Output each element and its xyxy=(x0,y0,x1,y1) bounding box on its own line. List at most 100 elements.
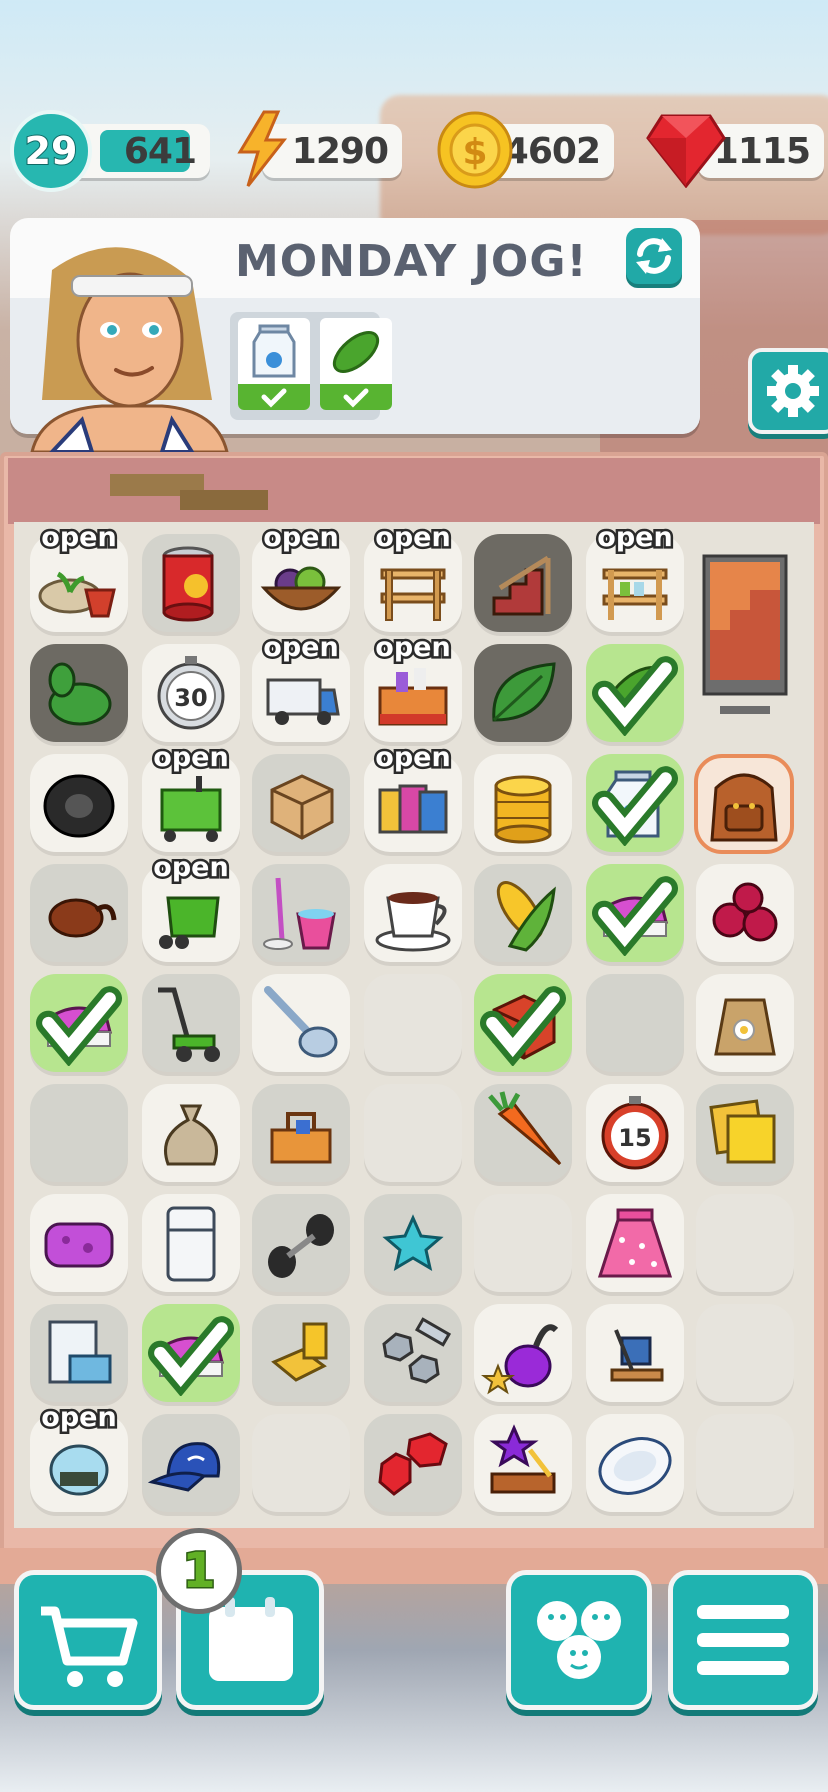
friends-button[interactable] xyxy=(506,1570,652,1710)
empty-cell[interactable] xyxy=(586,974,684,1072)
item-seedling-pot[interactable]: open xyxy=(30,520,128,632)
item-cart[interactable]: open xyxy=(142,850,240,962)
item-air-conditioner[interactable] xyxy=(30,1304,128,1402)
air-conditioner-icon xyxy=(48,1320,112,1384)
item-berries[interactable] xyxy=(696,864,794,962)
item-shelf[interactable]: open xyxy=(364,520,462,632)
empty-cell[interactable] xyxy=(696,1414,794,1512)
level-badge[interactable]: 29 xyxy=(10,110,92,192)
item-tire[interactable] xyxy=(30,754,128,852)
item-rubies[interactable] xyxy=(364,1414,462,1512)
sponge-icon xyxy=(44,1222,114,1268)
item-scrub-brush[interactable] xyxy=(142,1304,240,1402)
empty-cell[interactable] xyxy=(474,1194,572,1292)
star-icon xyxy=(382,1214,444,1272)
item-gold-bars[interactable] xyxy=(252,1304,350,1402)
leaf-icon xyxy=(492,662,556,722)
energy-icon xyxy=(237,110,288,187)
shopping-cart-icon xyxy=(41,1606,138,1687)
item-coin-stack[interactable] xyxy=(474,754,572,852)
requirement-milk[interactable] xyxy=(238,318,310,410)
timer-30-label: 30 xyxy=(174,684,207,712)
refresh-button[interactable] xyxy=(626,228,682,284)
cap-icon xyxy=(148,1442,221,1492)
sack-icon xyxy=(164,1104,218,1166)
gem-icon xyxy=(646,114,726,188)
item-dumbbell[interactable] xyxy=(252,1194,350,1292)
empty-cell[interactable] xyxy=(252,1414,350,1512)
item-shelf-jars[interactable]: open xyxy=(586,520,684,632)
empty-cell[interactable] xyxy=(696,1304,794,1402)
item-fishbowl[interactable]: open xyxy=(30,1400,128,1512)
item-sticky-notes[interactable] xyxy=(696,1084,794,1182)
corn-icon xyxy=(496,881,556,952)
item-ladle[interactable] xyxy=(252,974,350,1072)
item-tomato-can[interactable] xyxy=(142,534,240,632)
item-truck[interactable]: open xyxy=(252,630,350,742)
item-star[interactable] xyxy=(364,1194,462,1292)
vacuum-icon xyxy=(481,1324,559,1395)
item-toolbox[interactable]: open xyxy=(364,630,462,742)
empty-cell[interactable] xyxy=(696,1194,794,1292)
item-milk[interactable] xyxy=(586,754,684,852)
item-toolbox-small[interactable] xyxy=(252,1084,350,1182)
check-icon xyxy=(148,1316,234,1396)
item-pickle[interactable] xyxy=(586,644,684,742)
open-label: open xyxy=(373,520,453,556)
check-icon xyxy=(261,388,287,408)
settings-button[interactable] xyxy=(748,348,828,434)
painting-generator-icon[interactable] xyxy=(700,550,790,726)
coin-icon: $ xyxy=(437,111,513,189)
empty-cell[interactable] xyxy=(364,974,462,1072)
item-sponge[interactable] xyxy=(30,1194,128,1292)
item-brick[interactable] xyxy=(474,974,572,1072)
item-cap[interactable] xyxy=(142,1414,240,1512)
requirement-pickle[interactable] xyxy=(320,318,392,410)
empty-cell[interactable] xyxy=(30,1084,128,1182)
svg-text:$: $ xyxy=(462,132,487,173)
menu-button[interactable] xyxy=(668,1570,818,1710)
item-mop-bucket[interactable] xyxy=(252,864,350,962)
item-leaf[interactable] xyxy=(474,644,572,742)
item-seed-bag[interactable] xyxy=(696,974,794,1072)
item-coffee-cup[interactable] xyxy=(364,864,462,962)
level-value: 29 xyxy=(24,128,79,174)
empty-cell[interactable] xyxy=(364,1084,462,1182)
open-label: open xyxy=(39,1400,119,1436)
item-tools[interactable] xyxy=(586,1304,684,1402)
calendar-badge: 1 xyxy=(156,1528,242,1614)
item-wooden-box[interactable] xyxy=(252,754,350,852)
tire-icon xyxy=(43,774,115,838)
shop-button[interactable] xyxy=(14,1570,162,1710)
refresh-icon xyxy=(636,238,672,274)
item-lawn-mower[interactable] xyxy=(142,974,240,1072)
item-sack[interactable] xyxy=(142,1084,240,1182)
item-timer-15[interactable]: 15 xyxy=(586,1084,684,1182)
check-icon xyxy=(592,876,678,956)
item-corn[interactable] xyxy=(474,864,572,962)
item-vacuum[interactable] xyxy=(474,1304,572,1402)
ladle-icon xyxy=(264,986,338,1058)
calendar-badge-count: 1 xyxy=(181,1542,217,1601)
item-fridge[interactable] xyxy=(142,1194,240,1292)
item-stairs[interactable] xyxy=(474,534,572,632)
timer-icon: 30 xyxy=(157,656,225,730)
item-skirt[interactable] xyxy=(586,1194,684,1292)
item-plate[interactable] xyxy=(586,1414,684,1512)
item-shopping-bags[interactable]: open xyxy=(364,740,462,852)
requirement-check xyxy=(238,384,310,410)
item-green-plant-monster[interactable] xyxy=(30,644,128,742)
item-carrot[interactable] xyxy=(474,1084,572,1182)
item-timer-30[interactable]: 30 xyxy=(142,644,240,742)
item-fruit-bowl[interactable]: open xyxy=(252,520,350,632)
open-label: open xyxy=(373,740,453,776)
energy-value: 1290 xyxy=(291,130,389,172)
lawn-mower-icon xyxy=(158,987,220,1062)
backpack-generator-icon[interactable] xyxy=(692,752,796,856)
item-scrub-brush[interactable] xyxy=(586,864,684,962)
item-scrub-brush[interactable] xyxy=(30,974,128,1072)
item-bolts[interactable] xyxy=(364,1304,462,1402)
item-acorn[interactable] xyxy=(30,864,128,962)
item-shopping-cart[interactable]: open xyxy=(142,740,240,852)
item-star-book[interactable] xyxy=(474,1414,572,1512)
